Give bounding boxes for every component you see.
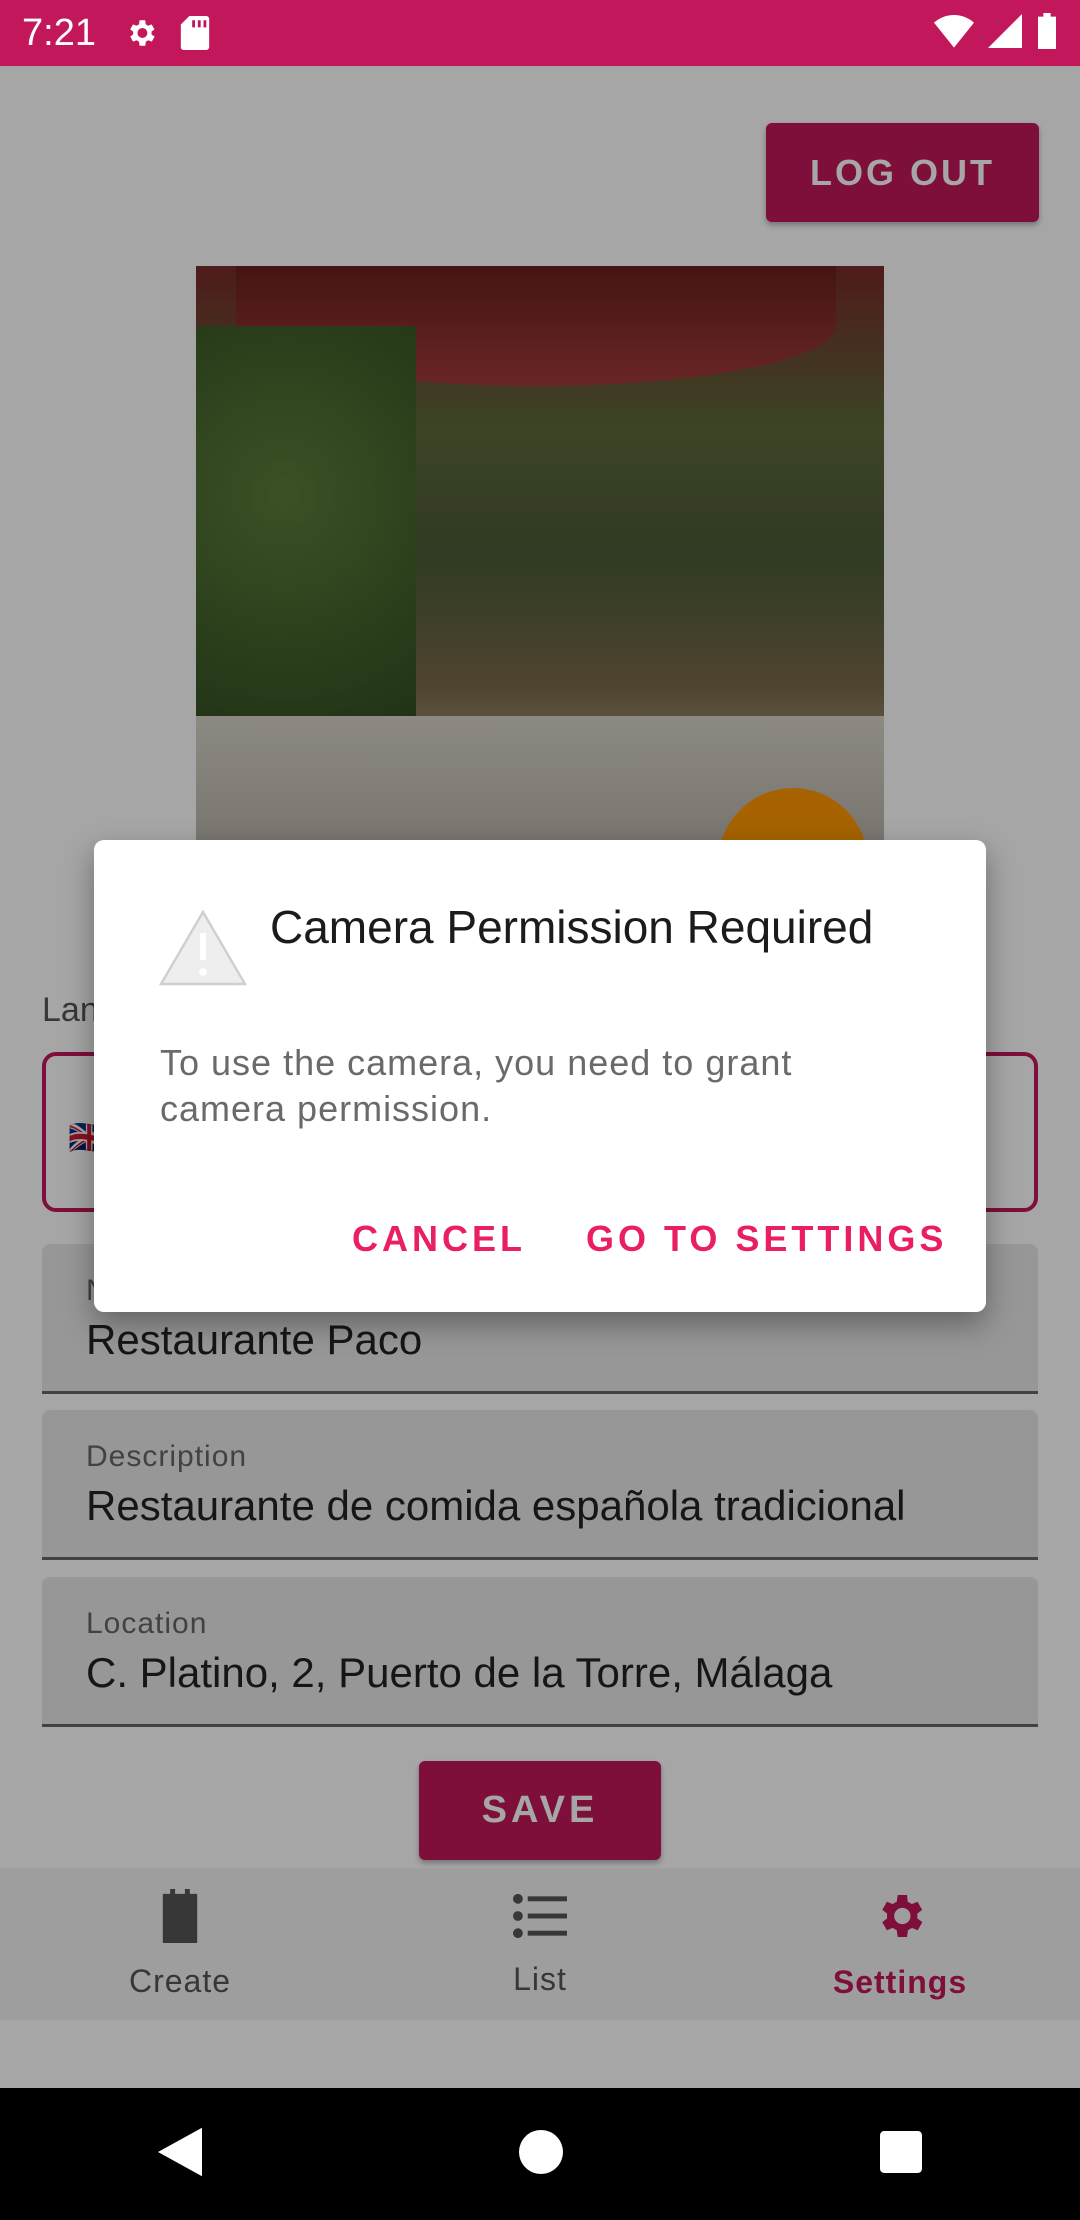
sd-card-icon	[180, 16, 210, 50]
warning-icon	[158, 908, 248, 993]
status-time: 7:21	[22, 11, 96, 54]
system-navigation-bar	[0, 2088, 1080, 2220]
cancel-button[interactable]: CANCEL	[352, 1218, 526, 1260]
status-bar: 7:21	[0, 0, 1080, 66]
dialog-message: To use the camera, you need to grant cam…	[160, 1042, 793, 1129]
battery-icon	[1036, 12, 1058, 54]
wifi-icon	[934, 14, 974, 53]
dialog-title: Camera Permission Required	[270, 901, 874, 953]
go-to-settings-button[interactable]: GO TO SETTINGS	[586, 1218, 947, 1260]
back-icon[interactable]	[158, 2127, 203, 2182]
settings-status-icon	[124, 16, 158, 50]
home-icon[interactable]	[518, 2129, 563, 2179]
recents-icon[interactable]	[879, 2130, 922, 2178]
camera-permission-dialog: Camera Permission Required To use the ca…	[94, 840, 986, 1312]
signal-icon	[988, 13, 1022, 53]
